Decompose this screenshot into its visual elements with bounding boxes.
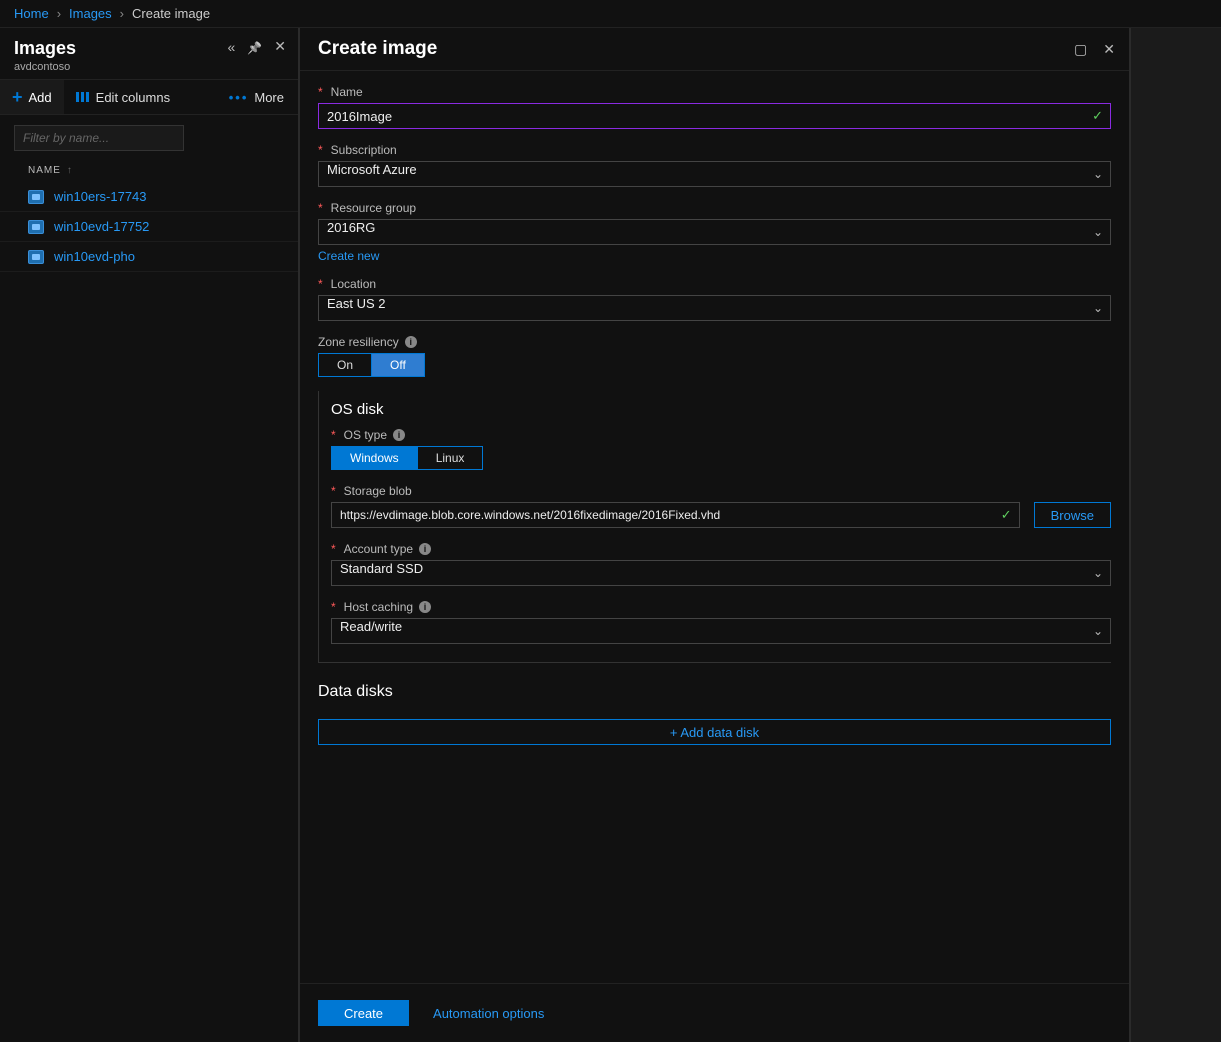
required-icon: * (331, 542, 336, 556)
name-label: Name (331, 85, 363, 99)
required-icon: * (318, 277, 323, 291)
right-gutter (1131, 28, 1221, 1042)
close-icon[interactable] (1103, 41, 1115, 58)
breadcrumb-images[interactable]: Images (69, 6, 112, 21)
info-icon[interactable]: i (419, 601, 431, 613)
add-data-disk-button[interactable]: + Add data disk (318, 719, 1111, 745)
subscription-label: Subscription (331, 143, 397, 157)
list-item-label[interactable]: win10ers-17743 (54, 189, 147, 204)
required-icon: * (331, 428, 336, 442)
more-icon: ••• (229, 90, 249, 105)
zone-resiliency-label: Zone resiliency (318, 335, 399, 349)
subscription-select[interactable]: Microsoft Azure (318, 161, 1111, 187)
create-image-blade: Create image * Name ✓ (300, 28, 1131, 1042)
list-item-label[interactable]: win10evd-pho (54, 249, 135, 264)
filter-input[interactable] (14, 125, 184, 151)
list-column-header[interactable]: NAME ↑ (0, 159, 298, 182)
breadcrumb: Home › Images › Create image (0, 0, 1221, 28)
sort-arrow-icon: ↑ (67, 165, 73, 176)
breadcrumb-home[interactable]: Home (14, 6, 49, 21)
vm-image-icon (28, 190, 44, 204)
pin-icon[interactable] (247, 39, 262, 55)
os-type-label: OS type (344, 428, 387, 442)
images-blade: Images avdcontoso + Add (0, 28, 300, 1042)
os-disk-section: OS disk * OS type i Windows Linux (318, 391, 1111, 663)
required-icon: * (318, 85, 323, 99)
images-blade-subtitle: avdcontoso (14, 61, 76, 73)
info-icon[interactable]: i (393, 429, 405, 441)
column-name-label: NAME (28, 165, 61, 176)
required-icon: * (331, 484, 336, 498)
storage-blob-label: Storage blob (344, 484, 412, 498)
more-label: More (254, 90, 284, 105)
list-item[interactable]: win10ers-17743 (0, 182, 298, 212)
location-label: Location (331, 277, 376, 291)
data-disks-heading: Data disks (318, 683, 1111, 701)
account-type-select[interactable]: Standard SSD (331, 560, 1111, 586)
name-input[interactable] (318, 103, 1111, 129)
os-type-linux[interactable]: Linux (418, 447, 483, 469)
automation-options-link[interactable]: Automation options (433, 1006, 544, 1021)
host-caching-select[interactable]: Read/write (331, 618, 1111, 644)
os-disk-heading: OS disk (331, 401, 1111, 418)
add-button[interactable]: + Add (0, 80, 64, 114)
zone-resiliency-toggle: On Off (318, 353, 425, 377)
zone-on-option[interactable]: On (319, 354, 372, 376)
zone-off-option[interactable]: Off (372, 354, 424, 376)
add-label: Add (29, 90, 52, 105)
info-icon[interactable]: i (405, 336, 417, 348)
list-item-label[interactable]: win10evd-17752 (54, 219, 149, 234)
create-image-title: Create image (318, 38, 437, 60)
chevron-right-icon: › (120, 6, 124, 21)
collapse-icon[interactable] (228, 39, 236, 55)
images-blade-title: Images (14, 38, 76, 59)
edit-columns-button[interactable]: Edit columns (64, 80, 182, 114)
chevron-right-icon: › (57, 6, 61, 21)
vm-image-icon (28, 220, 44, 234)
location-select[interactable]: East US 2 (318, 295, 1111, 321)
browse-button[interactable]: Browse (1034, 502, 1111, 528)
list-item[interactable]: win10evd-17752 (0, 212, 298, 242)
host-caching-label: Host caching (344, 600, 413, 614)
plus-icon: + (12, 88, 23, 106)
account-type-label: Account type (344, 542, 413, 556)
edit-columns-label: Edit columns (96, 90, 170, 105)
info-icon[interactable]: i (419, 543, 431, 555)
resource-group-select[interactable]: 2016RG (318, 219, 1111, 245)
create-new-rg-link[interactable]: Create new (318, 249, 379, 263)
os-type-windows[interactable]: Windows (332, 447, 418, 469)
maximize-icon[interactable] (1074, 41, 1087, 58)
os-type-toggle: Windows Linux (331, 446, 483, 470)
columns-icon (76, 92, 90, 102)
image-list: win10ers-17743 win10evd-17752 win10evd-p… (0, 182, 298, 272)
required-icon: * (318, 143, 323, 157)
list-item[interactable]: win10evd-pho (0, 242, 298, 272)
create-button[interactable]: Create (318, 1000, 409, 1026)
more-button[interactable]: ••• More (223, 90, 290, 105)
breadcrumb-current: Create image (132, 6, 210, 21)
required-icon: * (318, 201, 323, 215)
required-icon: * (331, 600, 336, 614)
resource-group-label: Resource group (331, 201, 416, 215)
close-icon[interactable] (274, 38, 286, 55)
vm-image-icon (28, 250, 44, 264)
storage-blob-input[interactable] (331, 502, 1020, 528)
